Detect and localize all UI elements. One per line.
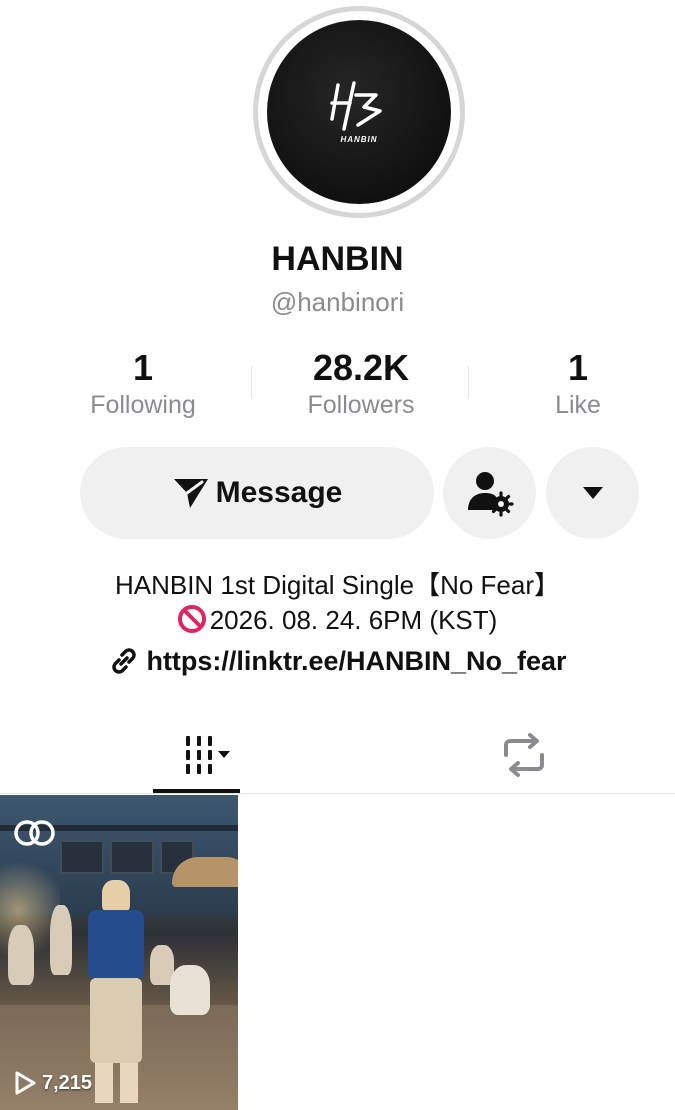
likes-stat[interactable]: 1 Like: [468, 346, 675, 420]
view-count-text: 7,215: [42, 1071, 93, 1094]
thumbnail-head: [102, 880, 130, 912]
tab-videos[interactable]: [153, 720, 240, 790]
thumbnail-leg: [120, 1063, 138, 1103]
send-icon: [173, 479, 208, 508]
followers-stat[interactable]: 28.2K Followers: [251, 346, 471, 420]
display-name: HANBIN: [271, 240, 404, 278]
following-count: 1: [132, 347, 154, 388]
play-icon: [15, 1071, 36, 1095]
followers-count: 28.2K: [312, 347, 410, 388]
caret-down-icon: [582, 487, 603, 499]
likes-count: 1: [567, 347, 589, 388]
link-icon: [112, 648, 137, 674]
bio-line-2-row: 2026. 08. 24. 6PM (KST): [0, 605, 675, 636]
profile-avatar-ring[interactable]: HANBIN: [253, 6, 465, 218]
thumbnail-window: [60, 840, 104, 874]
more-options-button[interactable]: [546, 447, 639, 539]
thumbnail-pants: [90, 978, 142, 1063]
username: @hanbinori: [270, 287, 405, 317]
thumbnail-person: [170, 965, 210, 1015]
bio-line-2: 2026. 08. 24. 6PM (KST): [209, 605, 498, 635]
friends-settings-button[interactable]: [443, 447, 536, 539]
thumbnail-leg: [95, 1063, 113, 1103]
person-gear-icon: [467, 472, 514, 517]
followers-label: Followers: [307, 391, 415, 419]
collab-icon: [14, 820, 55, 846]
thumbnail-person: [50, 905, 72, 975]
grid-icon: [185, 736, 230, 774]
thumbnail-window: [110, 840, 154, 874]
repost-icon: [503, 733, 544, 777]
bio-line-1: HANBIN 1st Digital Single【No Fear】: [114, 570, 561, 600]
tab-reposts[interactable]: [480, 720, 567, 790]
following-stat[interactable]: 1 Following: [33, 346, 253, 420]
message-button[interactable]: Message: [80, 447, 434, 539]
avatar: HANBIN: [267, 20, 451, 204]
bio-link: https://linktr.ee/HANBIN_No_fear: [146, 645, 567, 676]
thumbnail-person: [8, 925, 34, 985]
thumbnail-umbrella: [172, 857, 238, 887]
tabs-divider: [0, 793, 675, 794]
collab-badge: [12, 818, 58, 853]
avatar-wordmark: HANBIN: [340, 134, 378, 144]
following-label: Following: [90, 391, 196, 419]
hb-logo-icon: [330, 80, 382, 131]
bio-link-row[interactable]: https://linktr.ee/HANBIN_No_fear: [0, 645, 675, 677]
thumbnail-shirt: [88, 910, 144, 980]
view-count: 7,215: [14, 1071, 92, 1095]
message-label: Message: [215, 476, 343, 509]
no-entry-icon: [177, 605, 206, 633]
likes-label: Like: [555, 391, 601, 419]
